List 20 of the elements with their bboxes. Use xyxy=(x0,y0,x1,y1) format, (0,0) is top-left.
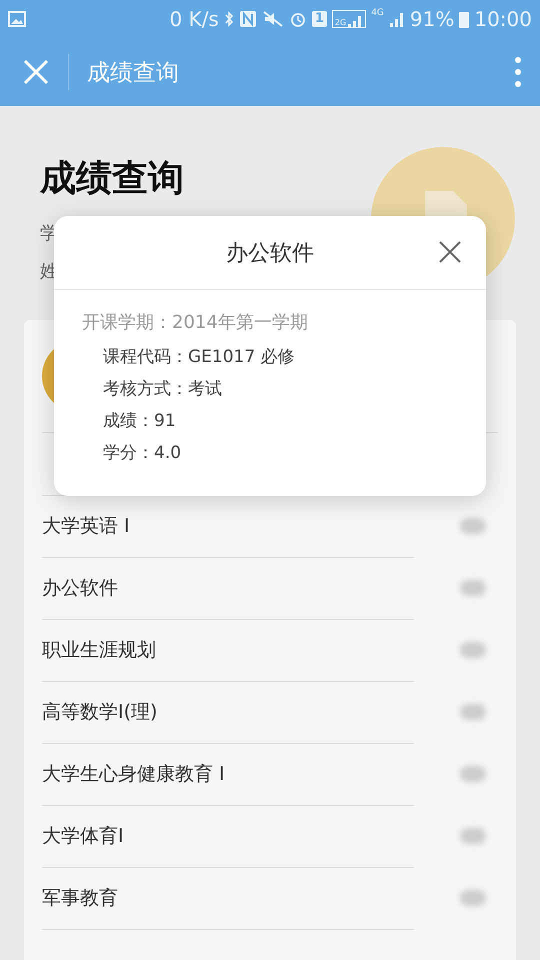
course-name[interactable]: 职业生涯规划 xyxy=(42,618,414,682)
course-name[interactable]: 大学生心身健康教育 I xyxy=(42,742,414,806)
network-type: 4G xyxy=(371,8,384,18)
term-text: 开课学期：2014年第一学期 xyxy=(82,311,309,334)
page-title: 成绩查询 xyxy=(87,58,180,88)
clock: 10:00 xyxy=(474,7,532,31)
detail-text: 学分：4.0 xyxy=(103,442,182,464)
sim-badge: 1 xyxy=(312,11,327,27)
detail-text: 课程代码：GE1017 必修 xyxy=(103,346,296,368)
detail-text: 成绩：91 xyxy=(103,410,177,432)
course-name[interactable]: 办公软件 xyxy=(42,556,414,620)
battery-level: 91% xyxy=(410,7,454,31)
page-heading: 成绩查询 xyxy=(40,157,184,201)
detail-text: 考核方式：考试 xyxy=(103,378,223,400)
dialog-title: 办公软件 xyxy=(226,240,314,268)
signal-2g: 2G xyxy=(332,10,366,28)
course-name[interactable]: 大学体育I xyxy=(42,804,414,868)
network-speed: 0 K/s xyxy=(170,7,219,31)
course-name[interactable]: 军事教育 xyxy=(42,866,414,930)
course-name[interactable]: 高等数学I(理) xyxy=(42,680,414,744)
